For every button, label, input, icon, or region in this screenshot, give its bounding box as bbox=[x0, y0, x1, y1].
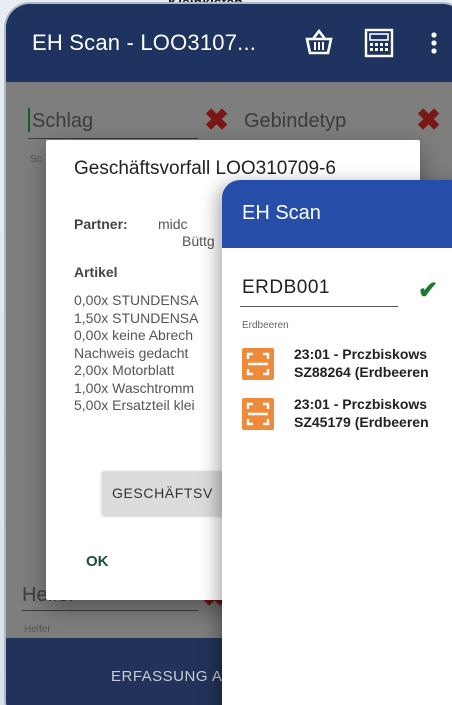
grid-icon[interactable] bbox=[362, 26, 396, 60]
row-title: 23:01 - Prczbiskows bbox=[294, 346, 428, 362]
list-item[interactable]: 23:01 - Prczbiskows SZ88264 (Erdbeeren bbox=[242, 344, 452, 388]
article-code-underline bbox=[240, 306, 398, 307]
stage: Kleinkisten. EH Scan - LOO3107... bbox=[0, 0, 452, 705]
back-app-bar: EH Scan - LOO3107... bbox=[6, 4, 452, 82]
front-phone: EH Scan ERDB001 ✔ Erdbeeren 23:01 - Prcz… bbox=[222, 180, 452, 705]
partner-value-line2: Büttg bbox=[182, 233, 215, 249]
back-app-title: EH Scan - LOO3107... bbox=[32, 30, 257, 55]
artikel-list: 0,00x STUNDENSA 1,50x STUNDENSA 0,00x ke… bbox=[74, 292, 198, 415]
article-code-field[interactable]: ERDB001 bbox=[242, 277, 330, 299]
row-subtitle: SZ88264 (Erdbeeren bbox=[294, 364, 429, 380]
article-caption: Erdbeeren bbox=[242, 320, 289, 331]
front-app-bar: EH Scan bbox=[222, 180, 452, 248]
more-vert-icon[interactable] bbox=[420, 26, 452, 60]
partner-label: Partner: bbox=[74, 216, 128, 232]
front-app-title: EH Scan bbox=[242, 202, 321, 224]
helfer-underline bbox=[22, 610, 198, 611]
gebindetyp-field[interactable]: Gebindetyp bbox=[244, 110, 346, 133]
schlag-underline bbox=[28, 138, 198, 139]
check-icon: ✔ bbox=[418, 277, 439, 304]
basket-icon[interactable] bbox=[302, 26, 336, 60]
schlag-caption: Sc bbox=[30, 154, 42, 165]
partner-value-line1: midc bbox=[158, 216, 188, 232]
list-item: Nachweis gedacht bbox=[74, 344, 189, 361]
schlag-field[interactable]: Schlag bbox=[32, 110, 93, 133]
list-item: 2,00x Motorblatt bbox=[74, 362, 175, 378]
clear-schlag-icon[interactable]: ✖ bbox=[204, 106, 229, 136]
list-item[interactable]: 23:01 - Prczbiskows SZ45179 (Erdbeeren bbox=[242, 394, 452, 438]
list-item: 1,00x Waschtromm bbox=[74, 379, 195, 396]
row-title: 23:01 - Prczbiskows bbox=[294, 396, 428, 412]
helfer-caption: Helfer bbox=[24, 624, 51, 635]
clear-gebindetyp-icon[interactable]: ✖ bbox=[416, 106, 441, 136]
list-item: 0,00x STUNDENSA bbox=[74, 292, 199, 308]
list-item: 1,50x STUNDENSA bbox=[74, 309, 199, 326]
ok-button[interactable]: OK bbox=[86, 553, 109, 570]
artikel-label: Artikel bbox=[74, 264, 118, 280]
row-subtitle: SZ45179 (Erdbeeren bbox=[294, 414, 429, 430]
list-item: 0,00x keine Abrech bbox=[74, 327, 194, 343]
erfassung-button[interactable]: ERFASSUNG A bbox=[111, 668, 222, 685]
text-cursor bbox=[28, 108, 30, 132]
scan-icon bbox=[242, 348, 274, 380]
list-item: 5,00x Ersatzteil klei bbox=[74, 397, 195, 413]
scan-icon bbox=[242, 398, 274, 430]
dialog-title: Geschäftsvorfall LOO310709-6 bbox=[74, 158, 336, 179]
